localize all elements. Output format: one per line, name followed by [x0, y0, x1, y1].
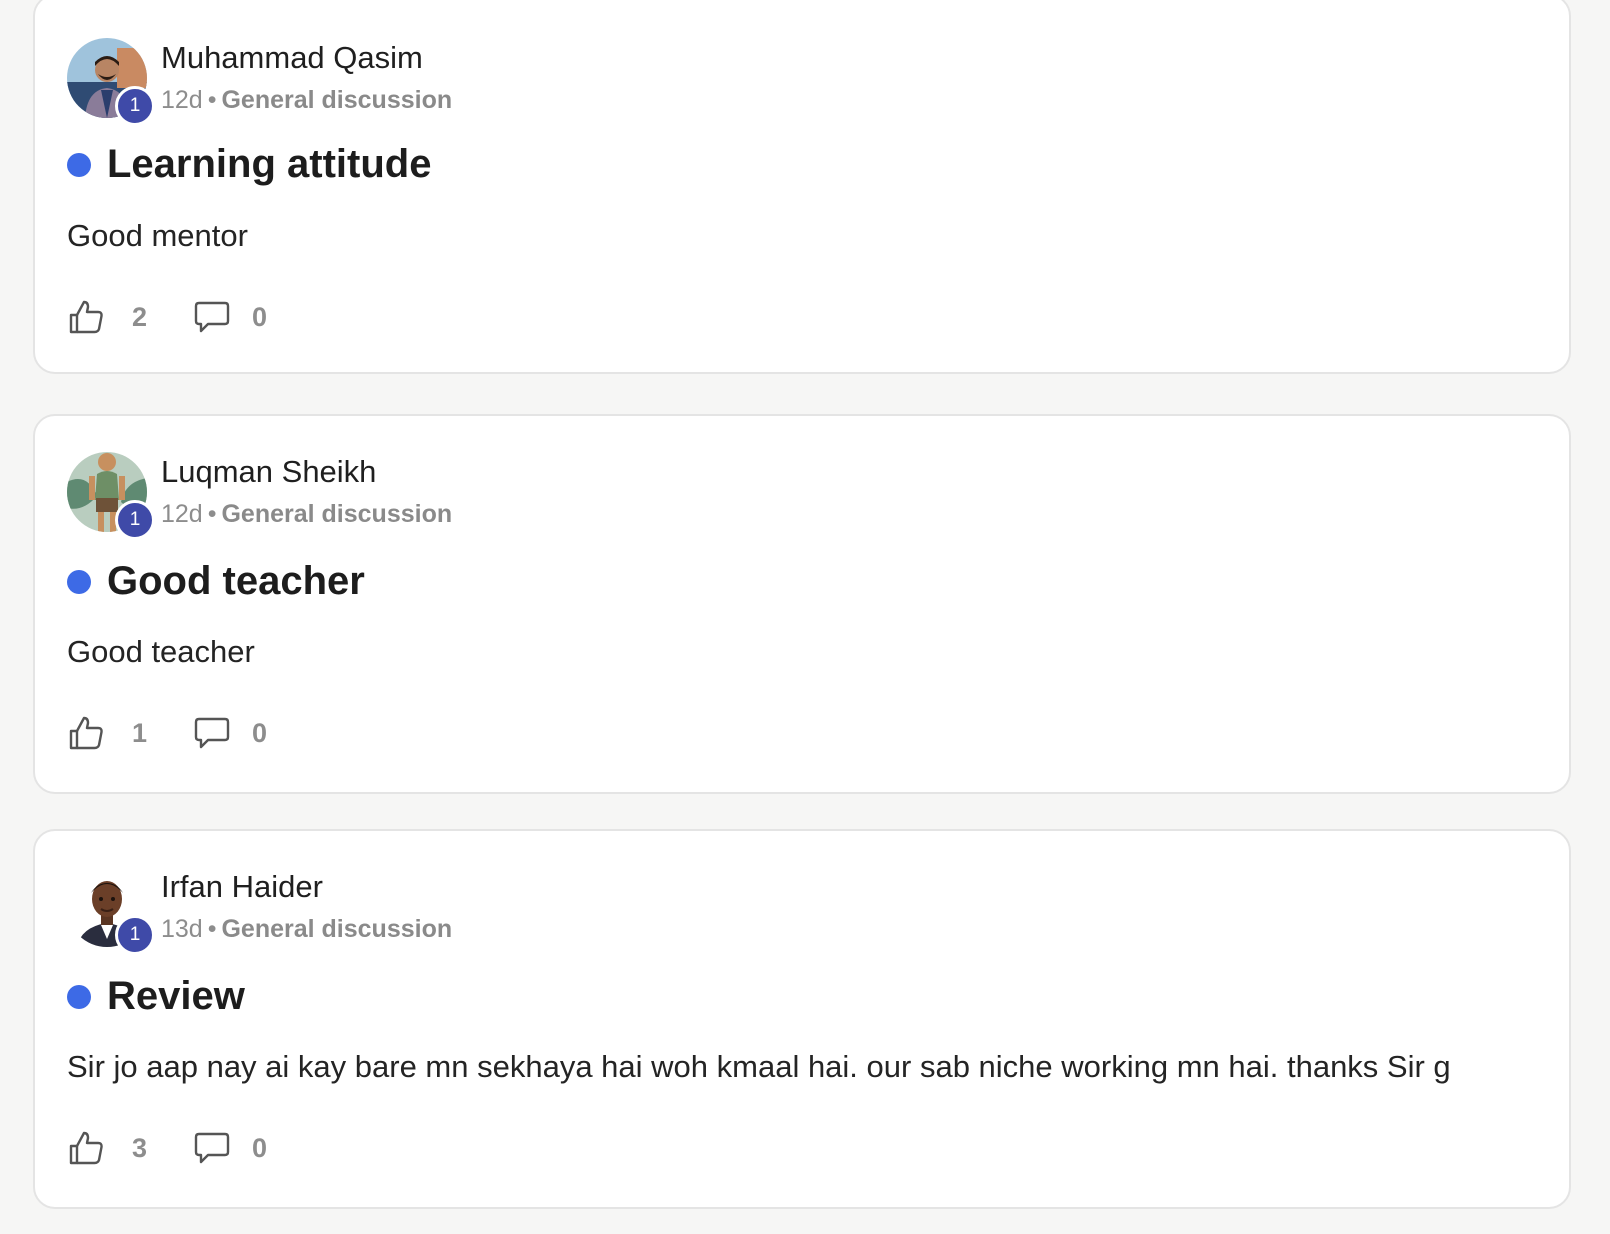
level-badge: 1	[115, 86, 155, 126]
author-avatar[interactable]: 1	[67, 452, 155, 540]
comment-bubble-icon	[194, 717, 230, 749]
post-time: 13d	[161, 915, 203, 943]
post-actions: 2 0	[67, 297, 267, 337]
comment-bubble-icon	[194, 301, 230, 333]
unread-dot-icon	[67, 984, 91, 1009]
post-time: 12d	[161, 500, 203, 528]
level-badge: 1	[115, 500, 155, 540]
meta-separator: •	[207, 915, 217, 943]
comment-button[interactable]: 0	[193, 714, 267, 752]
like-count: 1	[132, 717, 148, 748]
unread-dot-icon	[67, 152, 91, 177]
post-body: Good mentor	[67, 218, 248, 253]
post-card[interactable]: 1 Muhammad Qasim 12d • General discussion …	[33, 0, 1571, 374]
meta-separator: •	[207, 500, 217, 528]
comment-count: 0	[252, 301, 268, 332]
like-button[interactable]: 2	[67, 298, 147, 336]
like-button[interactable]: 3	[67, 1129, 147, 1167]
post-title[interactable]: Good teacher	[107, 559, 365, 604]
post-body: Good teacher	[67, 634, 255, 669]
comment-button[interactable]: 0	[193, 298, 267, 336]
post-feed: 1 Muhammad Qasim 12d • General discussion …	[0, 0, 1610, 1234]
post-meta: 13d • General discussion	[161, 915, 452, 944]
like-count: 3	[132, 1132, 148, 1163]
post-title-row[interactable]: Learning attitude	[67, 142, 431, 187]
post-title[interactable]: Review	[107, 974, 245, 1019]
post-card[interactable]: 1 Irfan Haider 13d • General discussion Re…	[33, 829, 1571, 1209]
thumbs-up-icon	[69, 1131, 103, 1165]
like-count: 2	[132, 301, 148, 332]
post-title[interactable]: Learning attitude	[107, 142, 431, 187]
post-category[interactable]: General discussion	[221, 915, 452, 943]
thumbs-up-icon	[69, 300, 103, 334]
author-avatar[interactable]: 1	[67, 867, 155, 955]
author-name[interactable]: Luqman Sheikh	[161, 454, 376, 490]
author-name[interactable]: Muhammad Qasim	[161, 40, 423, 76]
post-actions: 1 0	[67, 713, 267, 753]
post-title-row[interactable]: Good teacher	[67, 559, 365, 604]
post-actions: 3 0	[67, 1128, 267, 1168]
post-meta: 12d • General discussion	[161, 86, 452, 115]
post-card[interactable]: 1 Luqman Sheikh 12d • General discussion G…	[33, 414, 1571, 794]
comment-count: 0	[252, 1132, 268, 1163]
unread-dot-icon	[67, 569, 91, 594]
level-badge: 1	[115, 915, 155, 955]
post-meta: 12d • General discussion	[161, 500, 452, 529]
thumbs-up-icon	[69, 716, 103, 750]
author-avatar[interactable]: 1	[67, 38, 155, 126]
post-body: Sir jo aap nay ai kay bare mn sekhaya ha…	[67, 1049, 1451, 1084]
post-category[interactable]: General discussion	[221, 500, 452, 528]
meta-separator: •	[207, 86, 217, 114]
like-button[interactable]: 1	[67, 714, 147, 752]
post-title-row[interactable]: Review	[67, 974, 245, 1019]
post-category[interactable]: General discussion	[221, 86, 452, 114]
comment-count: 0	[252, 717, 268, 748]
comment-bubble-icon	[194, 1132, 230, 1164]
comment-button[interactable]: 0	[193, 1129, 267, 1167]
author-name[interactable]: Irfan Haider	[161, 869, 323, 905]
post-time: 12d	[161, 86, 203, 114]
